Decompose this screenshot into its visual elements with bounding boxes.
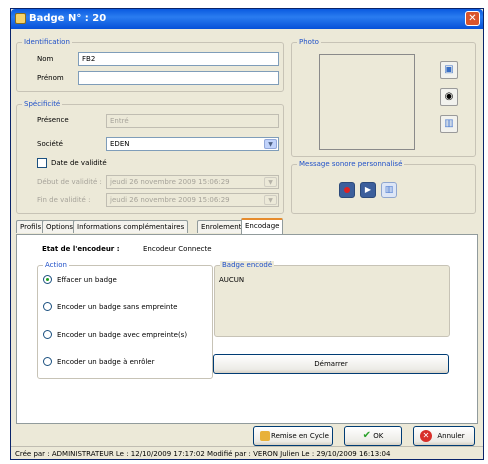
badge-encode-legend: Badge encodé — [220, 261, 275, 269]
annuler-label: Annuler — [437, 432, 465, 440]
radio-avec-empreinte[interactable] — [43, 330, 52, 339]
record-icon[interactable] — [339, 182, 355, 198]
badge-dialog: Badge N° : 20 ✕ Identification Nom FB2 P… — [10, 8, 484, 460]
radio-effacer-label: Effacer un badge — [57, 276, 117, 284]
prenom-label: Prénom — [37, 74, 64, 82]
check-icon: ✔ — [362, 430, 372, 441]
demarrer-button[interactable]: Démarrer — [213, 354, 449, 374]
identification-legend: Identification — [22, 38, 72, 46]
specificite-group: Spécificité Présence Entré Société EDEN … — [16, 100, 284, 214]
tab-informations-complementaires[interactable]: Informations complémentaires — [73, 220, 189, 233]
trash-icon[interactable]: ▥ — [381, 182, 397, 198]
annuler-button[interactable]: ✕ Annuler — [413, 426, 475, 446]
chevron-down-icon[interactable]: ▼ — [264, 139, 277, 149]
radio-sans-empreinte[interactable] — [43, 302, 52, 311]
encodage-panel: Etat de l'encodeur : Encodeur Connecte A… — [16, 234, 478, 424]
webcam-icon[interactable]: ◉ — [440, 88, 458, 106]
presence-field: Entré — [106, 114, 279, 128]
fin-value: jeudi 26 novembre 2009 15:06:29 — [110, 196, 230, 204]
chevron-down-icon: ▼ — [264, 177, 277, 187]
message-sonore-legend: Message sonore personnalisé — [297, 160, 405, 168]
fin-label: Fin de validité : — [37, 196, 91, 204]
fin-datepicker: jeudi 26 novembre 2009 15:06:29 ▼ — [106, 193, 279, 207]
radio-a-enroler[interactable] — [43, 357, 52, 366]
etat-value: Encodeur Connecte — [143, 245, 212, 253]
debut-label: Début de validité : — [37, 178, 102, 186]
status-bar: Crée par : ADMINISTRATEUR Le : 12/10/200… — [11, 446, 483, 460]
societe-label: Société — [37, 140, 63, 148]
chevron-down-icon: ▼ — [264, 195, 277, 205]
play-icon[interactable]: ▶ — [360, 182, 376, 198]
radio-effacer[interactable] — [43, 275, 52, 284]
badge-encode-value: AUCUN — [219, 276, 245, 284]
badge-encode-group: Badge encodé AUCUN — [214, 261, 450, 337]
tab-options[interactable]: Options — [42, 220, 78, 233]
nom-field[interactable]: FB2 — [78, 52, 279, 66]
etat-label: Etat de l'encodeur : — [42, 245, 120, 253]
date-validite-label: Date de validité — [51, 159, 107, 167]
photo-frame — [319, 54, 415, 150]
radio-a-enroler-label: Encoder un badge à enrôler — [57, 358, 155, 366]
message-sonore-group: Message sonore personnalisé ▶ ▥ — [291, 160, 476, 214]
presence-label: Présence — [37, 116, 69, 124]
cycle-icon — [260, 431, 270, 441]
radio-avec-empreinte-label: Encoder un badge avec empreinte(s) — [57, 331, 188, 339]
ok-label: OK — [373, 432, 384, 440]
app-icon — [15, 13, 26, 24]
close-button[interactable]: ✕ — [465, 11, 480, 26]
nom-label: Nom — [37, 55, 54, 63]
radio-sans-empreinte-label: Encoder un badge sans empreinte — [57, 303, 178, 311]
tab-enrolement[interactable]: Enrolement — [197, 220, 246, 233]
action-group: Action Effacer un badge Encoder un badge… — [37, 261, 213, 379]
action-legend: Action — [43, 261, 69, 269]
window-title: Badge N° : 20 — [29, 13, 107, 24]
identification-group: Identification Nom FB2 Prénom — [16, 38, 284, 92]
capture-photo-icon[interactable]: ▣ — [440, 61, 458, 79]
tab-encodage[interactable]: Encodage — [241, 218, 284, 234]
tab-strip: Profils Options Informations complémenta… — [16, 218, 476, 234]
ok-button[interactable]: ✔ OK — [344, 426, 402, 446]
remise-en-cycle-label: Remise en Cycle — [271, 432, 329, 440]
cancel-icon: ✕ — [420, 430, 432, 442]
prenom-field[interactable] — [78, 71, 279, 85]
date-validite-checkbox[interactable] — [37, 158, 47, 168]
debut-datepicker: jeudi 26 novembre 2009 15:06:29 ▼ — [106, 175, 279, 189]
photo-group: Photo ▣ ◉ ▥ — [291, 38, 476, 157]
specificite-legend: Spécificité — [22, 100, 63, 108]
tab-profils[interactable]: Profils — [16, 220, 46, 233]
remise-en-cycle-button[interactable]: Remise en Cycle — [253, 426, 333, 446]
title-bar[interactable]: Badge N° : 20 ✕ — [11, 9, 483, 29]
trash-icon[interactable]: ▥ — [440, 115, 458, 133]
debut-value: jeudi 26 novembre 2009 15:06:29 — [110, 178, 230, 186]
photo-legend: Photo — [297, 38, 321, 46]
societe-select[interactable]: EDEN ▼ — [106, 137, 279, 151]
societe-value: EDEN — [110, 140, 130, 148]
